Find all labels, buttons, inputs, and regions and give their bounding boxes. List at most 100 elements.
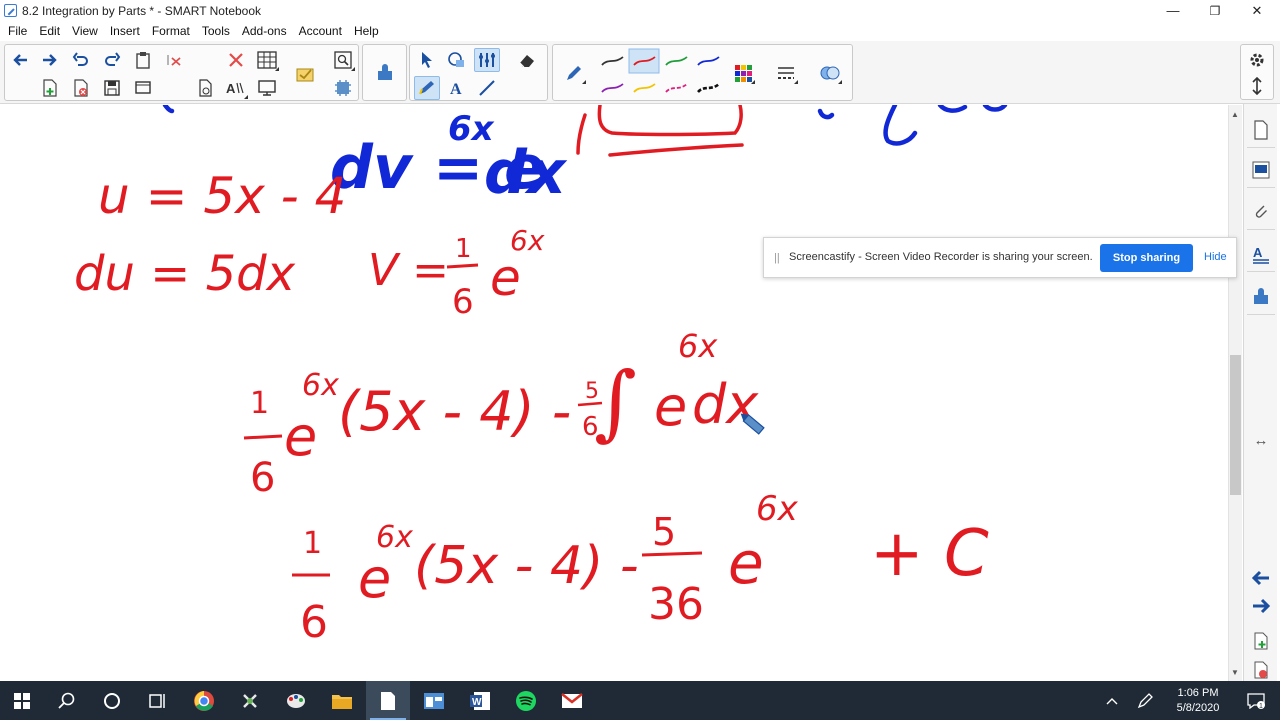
minimize-button[interactable]: —: [1150, 0, 1196, 21]
resize-panel-icon[interactable]: ↔: [1247, 422, 1275, 458]
spell-check-icon[interactable]: A: [223, 76, 249, 100]
pen-color-swatches[interactable]: [597, 48, 727, 100]
paste-icon[interactable]: [130, 48, 156, 72]
pen-swatch-6[interactable]: [633, 83, 656, 93]
spotify-icon[interactable]: [504, 681, 548, 720]
svg-text:A: A: [226, 81, 236, 96]
menu-insert[interactable]: Insert: [104, 21, 146, 41]
move-toolbar-icon[interactable]: [1244, 74, 1270, 98]
system-clock[interactable]: 1:06 PM 5/8/2020: [1163, 686, 1233, 716]
properties-icon[interactable]: A: [1247, 236, 1275, 272]
line-style-icon[interactable]: [773, 61, 799, 85]
pen-swatch-5[interactable]: [601, 83, 624, 93]
app-icon-window[interactable]: [412, 681, 456, 720]
pen-swatch-1[interactable]: [601, 56, 624, 66]
pen-swatch-7[interactable]: [665, 83, 688, 93]
notebook-canvas[interactable]: dv = e 6x dx u = 5x - 4 du = 5dx V = 1 6…: [0, 105, 1228, 681]
addons-icon[interactable]: [1247, 279, 1275, 315]
gmail-icon[interactable]: [550, 681, 594, 720]
scrollbar-thumb[interactable]: [1230, 355, 1241, 495]
window-title: 8.2 Integration by Parts * - SMART Noteb…: [22, 4, 262, 18]
ink-stroke-partial-top-blue: [162, 105, 1008, 146]
svg-text:A: A: [1253, 245, 1263, 260]
chevron-up-icon[interactable]: [1097, 681, 1127, 720]
attachments-icon[interactable]: [1247, 194, 1275, 230]
canvas-scrollbar[interactable]: ▲ ▼: [1228, 105, 1242, 681]
menu-account[interactable]: Account: [293, 21, 348, 41]
menu-edit[interactable]: Edit: [33, 21, 66, 41]
add-page-icon[interactable]: [37, 76, 63, 100]
full-screen-icon[interactable]: [130, 76, 156, 100]
page-sorter-icon[interactable]: [1247, 112, 1275, 148]
pen-workspace-icon[interactable]: [1130, 681, 1160, 720]
addons-icon[interactable]: [372, 61, 398, 85]
delete-icon[interactable]: [161, 48, 187, 72]
display-icon[interactable]: [254, 76, 280, 100]
eraser-icon[interactable]: [514, 48, 540, 72]
menu-tools[interactable]: Tools: [196, 21, 236, 41]
eq3-fraction-bar: [243, 434, 283, 440]
fill-icon[interactable]: [817, 61, 843, 85]
search-icon[interactable]: [45, 681, 89, 720]
close-button[interactable]: ✕: [1234, 0, 1280, 21]
menu-addons[interactable]: Add-ons: [236, 21, 293, 41]
eq3-integral: ∫: [594, 355, 637, 450]
menu-help[interactable]: Help: [348, 21, 385, 41]
scroll-down-icon[interactable]: ▼: [1231, 668, 1239, 677]
color-palette-icon[interactable]: [730, 61, 756, 85]
delete-icon[interactable]: [223, 48, 249, 72]
next-page-icon[interactable]: [1247, 588, 1275, 624]
highlighter-icon[interactable]: [561, 61, 587, 85]
file-explorer-icon[interactable]: [320, 681, 364, 720]
paint-icon[interactable]: [274, 681, 318, 720]
gear-icon[interactable]: [1244, 48, 1270, 72]
menu-view[interactable]: View: [66, 21, 104, 41]
delete-page-icon[interactable]: [68, 76, 94, 100]
line-icon[interactable]: [474, 76, 500, 100]
pen-icon[interactable]: [414, 76, 440, 100]
text-icon[interactable]: A: [444, 76, 470, 100]
hide-button[interactable]: Hide: [1204, 251, 1227, 263]
stop-sharing-button[interactable]: Stop sharing: [1100, 244, 1193, 272]
chrome-icon[interactable]: [182, 681, 226, 720]
pen-swatch-4[interactable]: [697, 56, 720, 66]
scroll-up-icon[interactable]: ▲: [1231, 110, 1239, 119]
smart-notebook-taskbar-icon[interactable]: [366, 681, 410, 720]
maximize-button[interactable]: ❐: [1192, 0, 1238, 21]
drag-handle-icon[interactable]: ||: [774, 252, 780, 264]
svg-text:W: W: [472, 697, 482, 708]
measurement-icon[interactable]: [474, 48, 500, 72]
magic-wand-icon[interactable]: [330, 76, 356, 100]
menu-format[interactable]: Format: [146, 21, 196, 41]
svg-text:A: A: [450, 81, 462, 97]
windows-start-icon[interactable]: [0, 681, 44, 720]
app-icon-scissors[interactable]: [228, 681, 272, 720]
save-icon[interactable]: [99, 76, 125, 100]
eq4-tail-e: e: [728, 529, 764, 597]
word-icon[interactable]: W: [458, 681, 502, 720]
task-view-icon[interactable]: [135, 681, 179, 720]
cortana-icon[interactable]: [90, 681, 134, 720]
menu-file[interactable]: File: [2, 21, 33, 41]
eq4-numerator: 1: [303, 526, 322, 561]
eq-v-denominator: 6: [452, 282, 474, 322]
arrow-left-icon[interactable]: [7, 48, 33, 72]
eq3-numerator: 1: [250, 386, 269, 421]
arrow-right-icon[interactable]: [37, 48, 63, 72]
eq3-exponent: 6x: [302, 368, 339, 403]
document-camera-icon[interactable]: [192, 76, 218, 100]
table-icon[interactable]: [254, 48, 280, 72]
eq-dv-dx: dx: [484, 138, 568, 208]
redo-icon[interactable]: [99, 48, 125, 72]
undo-icon[interactable]: [68, 48, 94, 72]
select-icon[interactable]: [414, 48, 440, 72]
gallery-icon[interactable]: [1247, 152, 1275, 188]
screen-shade-icon[interactable]: [330, 48, 356, 72]
shapes-icon[interactable]: [444, 48, 470, 72]
pen-swatch-3[interactable]: [665, 56, 688, 66]
response-icon[interactable]: [292, 62, 318, 86]
screen-sharing-banner: || Screencastify - Screen Video Recorder…: [763, 237, 1237, 278]
pen-swatch-8[interactable]: [697, 82, 720, 93]
notifications-icon[interactable]: 1: [1236, 681, 1276, 720]
eq3-tail-exponent: 6x: [678, 327, 718, 365]
